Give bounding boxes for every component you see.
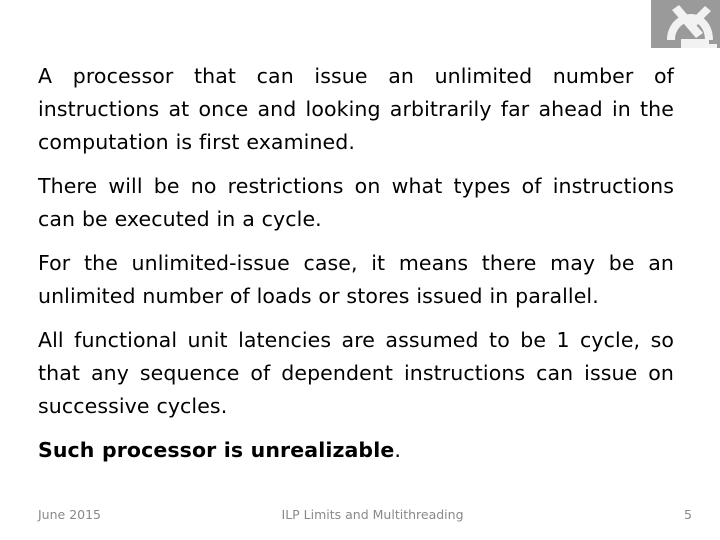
body-paragraph-2: There will be no restrictions on what ty… xyxy=(38,174,674,231)
body-paragraph-4: All functional unit latencies are assume… xyxy=(38,328,674,418)
slide-content: A processor that can issue an unlimited … xyxy=(38,60,674,467)
microscope-icon xyxy=(667,5,717,48)
body-paragraph-3: For the unlimited-issue case, it means t… xyxy=(38,251,674,308)
footer-title: ILP Limits and Multithreading xyxy=(281,507,464,522)
conclusion-bold-text: Such processor is unrealizable xyxy=(38,438,395,462)
body-paragraph-conclusion: Such processor is unrealizable. xyxy=(38,434,674,467)
footer-page-number: 5 xyxy=(684,507,692,522)
slide-logo xyxy=(651,0,720,48)
body-paragraph-1: A processor that can issue an unlimited … xyxy=(38,64,674,154)
conclusion-trailing-text: . xyxy=(394,438,401,462)
slide-footer: June 2015 ILP Limits and Multithreading … xyxy=(38,503,692,527)
